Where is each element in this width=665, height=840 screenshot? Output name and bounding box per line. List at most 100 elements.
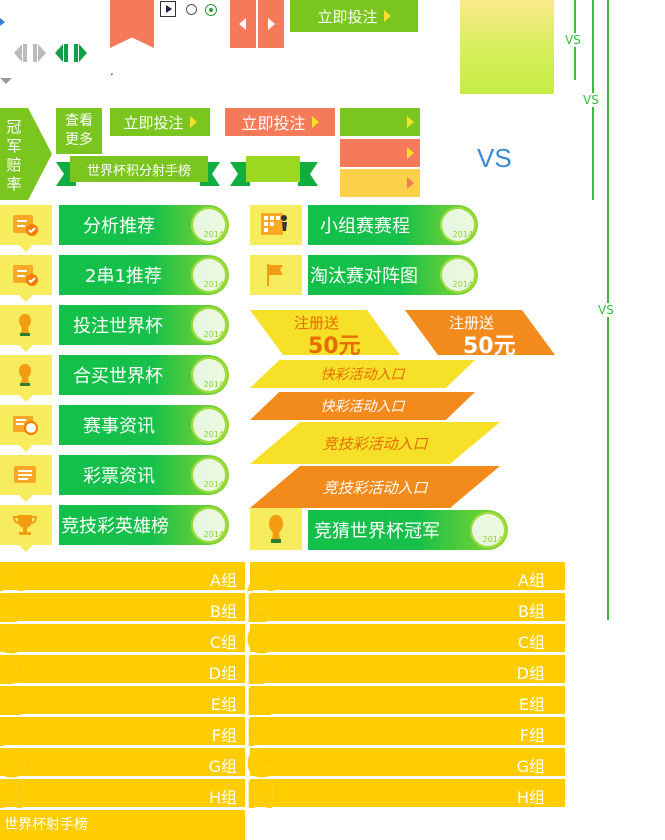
nav-tab xyxy=(0,455,52,502)
jingji-promo-orange[interactable]: 竞技彩活动入口 xyxy=(250,466,500,508)
group-bar-a[interactable]: A A组 xyxy=(0,556,245,600)
group-bar-b[interactable]: B B组 xyxy=(246,587,565,631)
ranking-banner-label: 世界杯积分射手榜 xyxy=(86,163,191,179)
nav-hero-board[interactable]: 竞技彩英雄榜 xyxy=(59,505,229,545)
group-bar-h[interactable]: H H组 xyxy=(246,773,565,817)
flag-icon xyxy=(267,264,283,286)
promo-amount: 50元 xyxy=(463,334,516,359)
trophy-icon xyxy=(19,364,31,386)
view-more-line: 更多 xyxy=(65,132,93,148)
empty-ribbon xyxy=(246,156,300,182)
bet-now-button-orange[interactable]: 立即投注 xyxy=(225,108,335,136)
champion-odds-char: 率 xyxy=(6,175,22,193)
nav-tab xyxy=(0,205,52,252)
group-name: E组 xyxy=(518,695,545,714)
bet-now-label: 立即投注 xyxy=(241,114,306,133)
group-bar-c[interactable]: C C组 xyxy=(246,618,565,662)
nav-label: 赛事资讯 xyxy=(83,416,155,437)
nav-label: 竞猜世界杯冠军 xyxy=(314,521,440,542)
nav-analysis-recommend[interactable]: 分析推荐 xyxy=(59,205,229,245)
group-name: F组 xyxy=(519,726,545,745)
nav-knockout-bracket[interactable]: 淘汰赛对阵图 xyxy=(308,255,478,295)
football-icon xyxy=(191,457,227,493)
group-name: G组 xyxy=(208,757,237,776)
group-bar-g[interactable]: G G组 xyxy=(0,742,245,786)
view-more-button[interactable]: 查看 更多 xyxy=(56,108,102,154)
football-icon xyxy=(191,507,227,543)
group-bar-a[interactable]: A A组 xyxy=(246,556,565,600)
group-bar-g[interactable]: G G组 xyxy=(246,742,565,786)
prev-orange-button[interactable] xyxy=(230,0,256,48)
football-icon xyxy=(191,307,227,343)
register-gift-promo-yellow[interactable]: 注册送 50元 xyxy=(250,310,400,355)
group-bar-d[interactable]: D D组 xyxy=(246,649,565,693)
football-icon xyxy=(191,257,227,293)
scorers-bar[interactable]: 世界杯射手榜 xyxy=(0,810,245,840)
register-gift-promo-orange[interactable]: 注册送 50元 xyxy=(405,310,555,355)
arrow-bar-orange[interactable] xyxy=(340,139,420,167)
nav-label: 小组赛赛程 xyxy=(320,216,410,237)
jingji-promo-yellow[interactable]: 竞技彩活动入口 xyxy=(250,422,500,464)
bet-now-label: 立即投注 xyxy=(317,7,378,26)
radio-off[interactable] xyxy=(186,4,197,15)
promo-label: 快彩活动入口 xyxy=(320,399,405,415)
nav-label: 淘汰赛对阵图 xyxy=(310,266,418,287)
ranking-banner[interactable]: 世界杯积分射手榜 xyxy=(70,156,208,182)
nav-match-news[interactable]: 赛事资讯 xyxy=(59,405,229,445)
group-bar-e[interactable]: E E组 xyxy=(246,680,565,724)
news-ball-icon xyxy=(13,416,38,435)
bet-now-button-top[interactable]: 立即投注 xyxy=(290,0,418,32)
arrow-icon xyxy=(383,10,391,22)
vs-label-small: VS xyxy=(583,93,599,107)
kuaicai-promo-yellow[interactable]: 快彩活动入口 xyxy=(250,360,475,388)
group-name: C组 xyxy=(517,633,545,652)
play-button[interactable] xyxy=(160,1,176,17)
promo-label: 竞技彩活动入口 xyxy=(322,478,428,497)
nav-guess-champion[interactable]: 竞猜世界杯冠军 xyxy=(308,510,508,550)
football-icon xyxy=(440,257,476,293)
group-name: A组 xyxy=(210,571,237,590)
group-bar-b[interactable]: B B组 xyxy=(0,587,245,631)
champion-odds-text: 冠 军 赔 率 xyxy=(4,118,24,194)
group-bar-f[interactable]: F F组 xyxy=(246,711,565,755)
group-name: H组 xyxy=(516,788,545,807)
arrow-bar-green[interactable] xyxy=(340,108,420,136)
group-bar-h[interactable]: H H组 xyxy=(0,773,245,817)
nav-group-buy-worldcup[interactable]: 合买世界杯 xyxy=(59,355,229,395)
football-icon xyxy=(440,207,476,243)
group-bar-e[interactable]: E E组 xyxy=(0,680,245,724)
champion-odds-char: 军 xyxy=(6,137,22,155)
football-icon xyxy=(191,357,227,393)
group-name: B组 xyxy=(210,602,237,621)
trophy-icon xyxy=(269,515,283,543)
group-bar-d[interactable]: D D组 xyxy=(0,649,245,693)
bet-now-button-green[interactable]: 立即投注 xyxy=(110,108,210,136)
bet-now-label: 立即投注 xyxy=(123,113,184,132)
nav-group-schedule[interactable]: 小组赛赛程 xyxy=(308,205,478,245)
nav-2in1-recommend[interactable]: 2串1推荐 xyxy=(59,255,229,295)
nav-lottery-news[interactable]: 彩票资讯 xyxy=(59,455,229,495)
radio-on[interactable] xyxy=(205,4,217,16)
arrow-icon xyxy=(407,177,414,189)
arrow-bar-yellow[interactable] xyxy=(340,169,420,197)
nav-label: 投注世界杯 xyxy=(73,316,163,337)
group-name: F组 xyxy=(211,726,237,745)
arrow-icon xyxy=(407,147,414,159)
football-icon xyxy=(470,512,506,548)
football-icon xyxy=(191,407,227,443)
ribbon-tail-right xyxy=(298,162,318,186)
group-bar-c[interactable]: C C组 xyxy=(0,618,245,662)
group-bar-f[interactable]: F F组 xyxy=(0,711,245,755)
arrow-icon xyxy=(189,116,197,128)
kuaicai-promo-orange[interactable]: 快彩活动入口 xyxy=(250,392,475,420)
nav-tab xyxy=(0,405,52,452)
nav-bet-worldcup[interactable]: 投注世界杯 xyxy=(59,305,229,345)
promo-amount: 50元 xyxy=(308,334,361,359)
group-letter: H xyxy=(246,773,275,817)
view-more-line: 查看 xyxy=(65,113,93,129)
next-orange-button[interactable] xyxy=(258,0,284,48)
group-name: D组 xyxy=(516,664,545,683)
cup-icon xyxy=(12,515,38,535)
group-name: C组 xyxy=(209,633,237,652)
nav-label: 分析推荐 xyxy=(83,216,155,237)
